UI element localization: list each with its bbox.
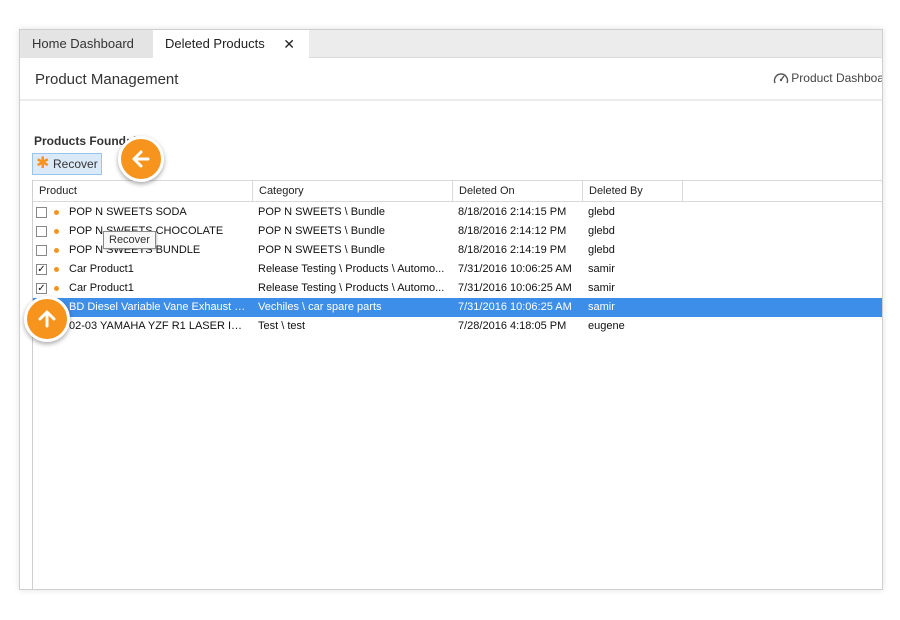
column-header-product[interactable]: Product <box>33 181 253 201</box>
cell-product: BD Diesel Variable Vane Exhaust Br... <box>69 301 249 313</box>
cell-category: Release Testing \ Products \ Automo... <box>258 282 445 294</box>
cell-category: POP N SWEETS \ Bundle <box>258 244 385 256</box>
cell-category: POP N SWEETS \ Bundle <box>258 206 385 218</box>
table-row[interactable]: POP N SWEETS SODA POP N SWEETS \ Bundle … <box>33 203 882 222</box>
cell-deleted-on: 7/28/2016 4:18:05 PM <box>458 320 567 332</box>
tab-bar: Home Dashboard Deleted Products ✕ <box>20 30 882 58</box>
cell-deleted-on: 7/31/2016 10:06:25 AM <box>458 263 572 275</box>
tab-deleted-products[interactable]: Deleted Products ✕ <box>153 30 309 58</box>
table-row[interactable]: 02-03 YAMAHA YZF R1 LASER IRID... Test \… <box>33 317 882 336</box>
cell-deleted-on: 8/18/2016 2:14:12 PM <box>458 225 567 237</box>
cell-category: Release Testing \ Products \ Automo... <box>258 263 445 275</box>
page-header: Product Management Product Dashboa <box>20 58 882 101</box>
asterisk-icon: ✱ <box>36 155 50 172</box>
app-window: Home Dashboard Deleted Products ✕ Produc… <box>19 29 883 590</box>
column-header-deleted-on[interactable]: Deleted On <box>453 181 583 201</box>
cell-deleted-on: 7/31/2016 10:06:25 AM <box>458 301 572 313</box>
cell-deleted-by: samir <box>588 282 615 294</box>
speedometer-icon <box>774 73 789 84</box>
hint-arrow-left <box>118 136 164 182</box>
cell-deleted-on: 8/18/2016 2:14:15 PM <box>458 206 567 218</box>
close-icon[interactable]: ✕ <box>283 30 295 58</box>
table-row[interactable]: ✓ Car Product1 Release Testing \ Product… <box>33 260 882 279</box>
table-row[interactable]: POP N SWEETS BUNDLE POP N SWEETS \ Bundl… <box>33 241 882 260</box>
hint-arrow-up <box>24 296 70 342</box>
cell-deleted-on: 8/18/2016 2:14:19 PM <box>458 244 567 256</box>
product-dashboard-label: Product Dashboa <box>791 71 883 85</box>
column-header-deleted-by[interactable]: Deleted By <box>583 181 683 201</box>
arrow-left-icon <box>132 150 150 168</box>
cell-deleted-on: 7/31/2016 10:06:25 AM <box>458 282 572 294</box>
cell-deleted-by: glebd <box>588 244 615 256</box>
cell-product: Car Product1 <box>69 282 134 294</box>
status-dot-icon <box>54 210 59 215</box>
tab-label: Deleted Products <box>165 36 265 51</box>
cell-category: Vechiles \ car spare parts <box>258 301 382 313</box>
cell-deleted-by: glebd <box>588 206 615 218</box>
cell-deleted-by: samir <box>588 263 615 275</box>
product-dashboard-link[interactable]: Product Dashboa <box>773 71 883 85</box>
cell-product: POP N SWEETS SODA <box>69 206 187 218</box>
tab-label: Home Dashboard <box>32 36 134 51</box>
cell-deleted-by: glebd <box>588 225 615 237</box>
cell-deleted-by: samir <box>588 301 615 313</box>
status-dot-icon <box>54 229 59 234</box>
cell-product: POP N SWEETS BUNDLE <box>69 244 201 256</box>
recover-button[interactable]: ✱ Recover <box>32 153 102 175</box>
row-checkbox[interactable]: ✓ <box>36 283 47 294</box>
cell-deleted-by: eugene <box>588 320 625 332</box>
cell-category: POP N SWEETS \ Bundle <box>258 225 385 237</box>
recover-button-label: Recover <box>53 157 98 171</box>
cell-category: Test \ test <box>258 320 306 332</box>
arrow-up-icon <box>38 310 56 328</box>
table-row[interactable]: ✓ Car Product1 Release Testing \ Product… <box>33 279 882 298</box>
row-checkbox[interactable]: ✓ <box>36 264 47 275</box>
status-dot-icon <box>54 248 59 253</box>
row-checkbox[interactable] <box>36 207 47 218</box>
page-title: Product Management <box>35 71 179 88</box>
row-checkbox[interactable] <box>36 226 47 237</box>
recover-tooltip: Recover <box>103 231 156 249</box>
status-dot-icon <box>54 286 59 291</box>
status-dot-icon <box>54 267 59 272</box>
cell-product: POP N SWEETS CHOCOLATE <box>69 225 224 237</box>
cell-product: Car Product1 <box>69 263 134 275</box>
grid-header: Product Category Deleted On Deleted By <box>33 180 882 202</box>
table-row[interactable]: POP N SWEETS CHOCOLATE POP N SWEETS \ Bu… <box>33 222 882 241</box>
table-row-selected[interactable]: BD Diesel Variable Vane Exhaust Br... Ve… <box>33 298 882 317</box>
column-header-category[interactable]: Category <box>253 181 453 201</box>
products-grid: Product Category Deleted On Deleted By P… <box>32 180 882 589</box>
row-checkbox[interactable] <box>36 245 47 256</box>
cell-product: 02-03 YAMAHA YZF R1 LASER IRID... <box>69 320 249 332</box>
tab-home-dashboard[interactable]: Home Dashboard <box>20 30 153 58</box>
